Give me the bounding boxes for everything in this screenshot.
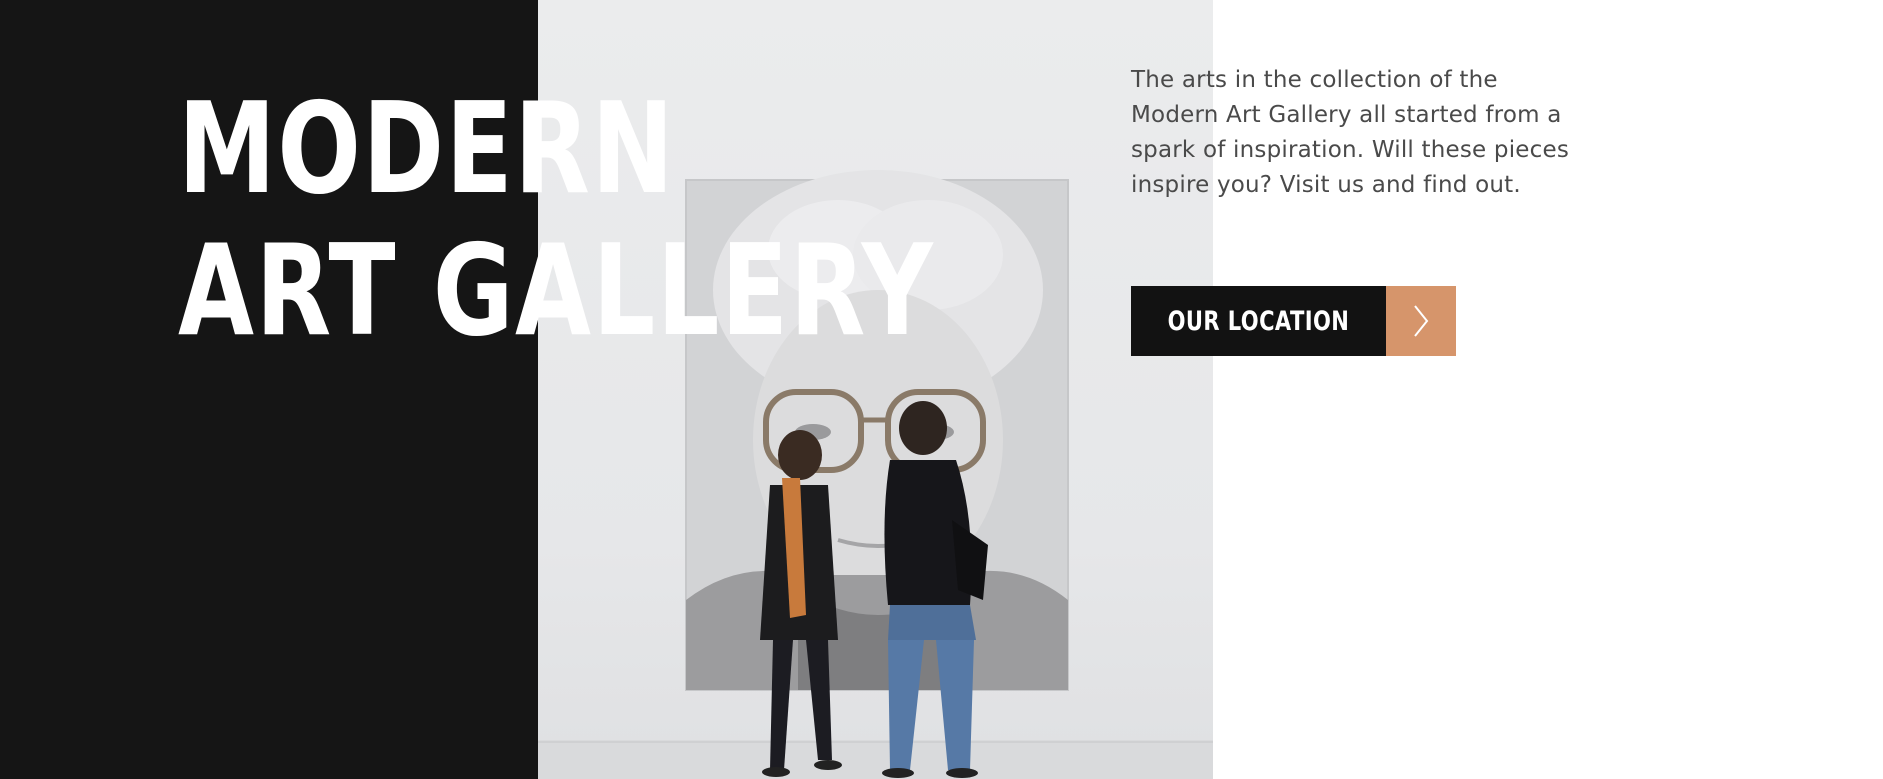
our-location-arrow-box[interactable] [1386,286,1456,356]
hero-title: MODERN ART GALLERY [178,78,934,362]
hero-section: MODERN ART GALLERY The arts in the colle… [0,0,1883,779]
our-location-label: OUR LOCATION [1167,305,1350,337]
hero-title-line-2: ART GALLERY [178,217,935,364]
our-location-button[interactable]: OUR LOCATION [1131,286,1456,356]
hero-description: The arts in the collection of the Modern… [1131,67,1570,198]
chevron-right-icon [1414,305,1429,337]
our-location-label-box[interactable]: OUR LOCATION [1131,286,1386,356]
hero-title-line-1: MODERN [178,75,676,222]
